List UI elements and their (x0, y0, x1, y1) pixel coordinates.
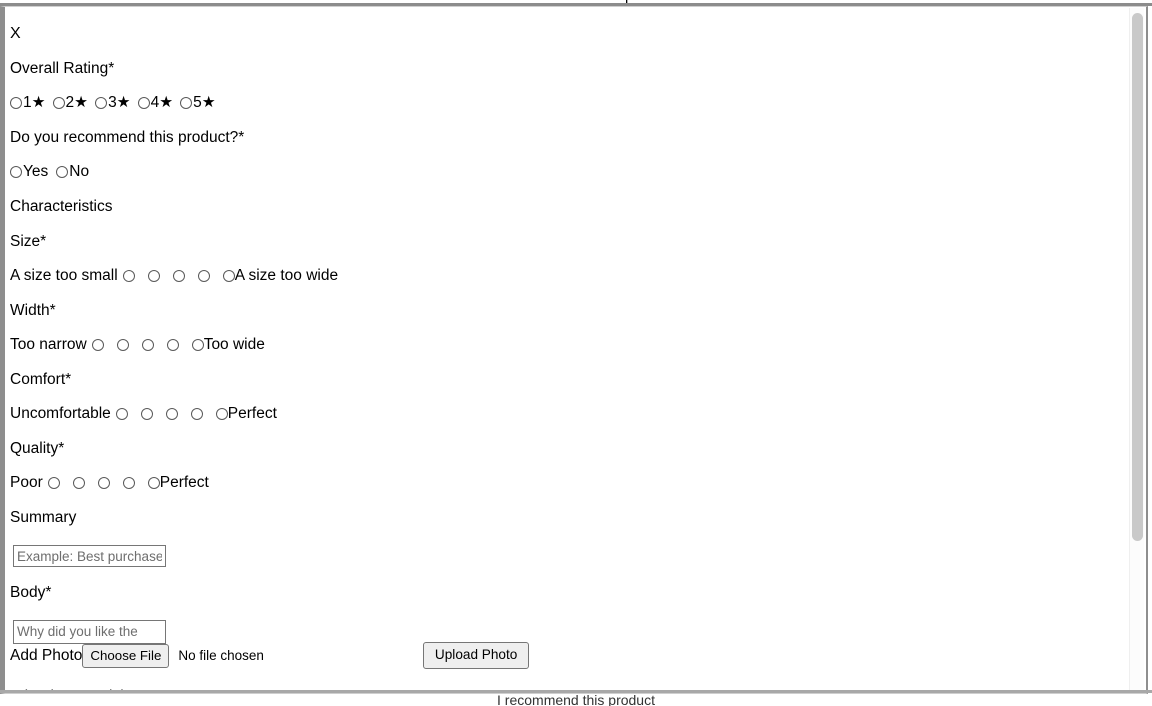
overall-rating-option-1[interactable]: 1★ (10, 94, 46, 112)
width-radio-4[interactable] (167, 339, 179, 351)
width-scale-group: Too narrow Too wide (10, 336, 1146, 354)
recommend-label: Do you recommend this product?* (10, 129, 1146, 147)
quality-radio-2[interactable] (73, 477, 85, 489)
size-scale-group: A size too small A size too wide (10, 267, 1146, 285)
width-radio-5[interactable] (192, 339, 204, 351)
size-right-anchor: A size too wide (235, 267, 338, 285)
recommend-option-no[interactable]: No (56, 163, 89, 181)
quality-left-anchor: Poor (10, 474, 43, 492)
width-left-anchor: Too narrow (10, 336, 87, 354)
file-input-control[interactable]: Choose File No file chosen (82, 644, 264, 668)
overall-rating-radio-4[interactable] (138, 97, 150, 109)
width-radio-3[interactable] (142, 339, 154, 351)
background-page-text-clipped: I recommend this product (0, 692, 1152, 706)
overall-rating-option-4-label: 4★ (151, 94, 174, 112)
overall-rating-option-5-label: 5★ (193, 94, 216, 112)
body-label: Body* (10, 584, 1146, 602)
quality-radio-1[interactable] (48, 477, 60, 489)
size-label: Size* (10, 233, 1146, 251)
modal-vertical-scrollbar-thumb[interactable] (1132, 13, 1143, 541)
recommend-radio-yes[interactable] (10, 166, 22, 178)
quality-radio-3[interactable] (98, 477, 110, 489)
size-radio-2[interactable] (148, 270, 160, 282)
size-radio-4[interactable] (198, 270, 210, 282)
size-radio-1[interactable] (123, 270, 135, 282)
add-photo-label: Add Photo (10, 647, 82, 665)
review-form-modal: X Overall Rating* 1★ 2★ 3★ (0, 6, 1148, 694)
no-file-chosen-text: No file chosen (178, 647, 264, 665)
comfort-right-anchor: Perfect (228, 405, 277, 423)
overall-rating-radio-3[interactable] (95, 97, 107, 109)
comfort-scale-group: Uncomfortable Perfect (10, 405, 1146, 423)
size-radio-3[interactable] (173, 270, 185, 282)
width-label: Width* (10, 302, 1146, 320)
summary-input[interactable] (13, 545, 166, 567)
comfort-left-anchor: Uncomfortable (10, 405, 111, 423)
comfort-radio-5[interactable] (216, 408, 228, 420)
page-root: Write a review for this product X Overal… (0, 0, 1152, 702)
add-photo-row: Add Photo Choose File No file chosen Upl… (10, 642, 1146, 669)
review-form: X Overall Rating* 1★ 2★ 3★ (5, 7, 1146, 693)
recommend-radio-no[interactable] (56, 166, 68, 178)
upload-photo-button[interactable]: Upload Photo (423, 642, 529, 669)
quality-radio-4[interactable] (123, 477, 135, 489)
recommend-option-yes[interactable]: Yes (10, 163, 48, 181)
overall-rating-radio-5[interactable] (180, 97, 192, 109)
recommend-option-yes-label: Yes (23, 163, 48, 181)
close-icon[interactable]: X (10, 25, 21, 42)
quality-label: Quality* (10, 440, 1146, 458)
overall-rating-option-3-label: 3★ (108, 94, 131, 112)
width-radio-1[interactable] (92, 339, 104, 351)
quality-scale-group: Poor Perfect (10, 474, 1146, 492)
recommend-option-no-label: No (69, 163, 89, 181)
recommend-radio-group: Yes No (10, 163, 1146, 181)
width-radio-2[interactable] (117, 339, 129, 351)
comfort-radio-3[interactable] (166, 408, 178, 420)
width-right-anchor: Too wide (204, 336, 265, 354)
overall-rating-label: Overall Rating* (10, 60, 1146, 78)
overall-rating-radio-group: 1★ 2★ 3★ 4★ (10, 94, 1146, 112)
size-radio-5[interactable] (223, 270, 235, 282)
overall-rating-option-5[interactable]: 5★ (180, 94, 216, 112)
size-left-anchor: A size too small (10, 267, 118, 285)
comfort-radio-1[interactable] (116, 408, 128, 420)
overall-rating-option-2[interactable]: 2★ (53, 94, 89, 112)
overall-rating-option-2-label: 2★ (66, 94, 89, 112)
modal-vertical-scrollbar[interactable] (1129, 8, 1144, 693)
choose-file-button[interactable]: Choose File (82, 644, 169, 668)
characteristics-heading: Characteristics (10, 198, 1146, 216)
comfort-radio-4[interactable] (191, 408, 203, 420)
summary-label: Summary (10, 509, 1146, 527)
quality-right-anchor: Perfect (160, 474, 209, 492)
overall-rating-option-3[interactable]: 3★ (95, 94, 131, 112)
overall-rating-radio-2[interactable] (53, 97, 65, 109)
body-textarea[interactable] (13, 620, 166, 644)
comfort-radio-2[interactable] (141, 408, 153, 420)
overall-rating-option-1-label: 1★ (23, 94, 46, 112)
review-form-scroll-area: X Overall Rating* 1★ 2★ 3★ (5, 7, 1146, 693)
overall-rating-option-4[interactable]: 4★ (138, 94, 174, 112)
overall-rating-radio-1[interactable] (10, 97, 22, 109)
comfort-label: Comfort* (10, 371, 1146, 389)
quality-radio-5[interactable] (148, 477, 160, 489)
